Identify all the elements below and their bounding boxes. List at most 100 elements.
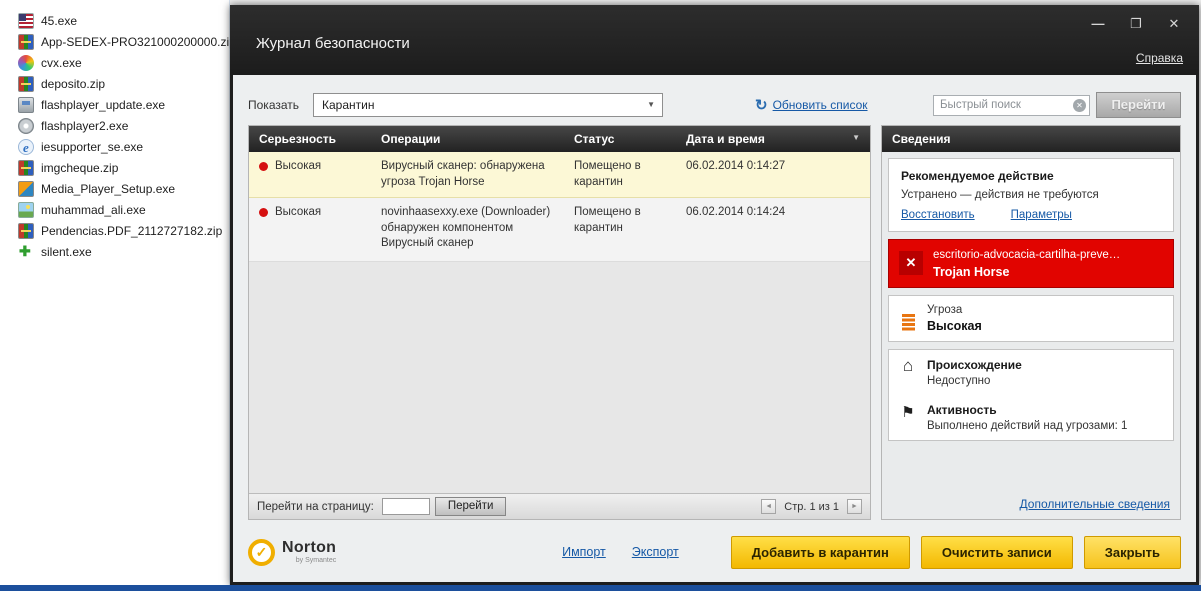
show-label: Показать	[248, 98, 299, 112]
file-name: muhammad_ali.exe	[41, 203, 146, 217]
file-item[interactable]: cvx.exe	[0, 52, 229, 73]
threat-x-icon	[899, 251, 923, 275]
file-item[interactable]: flashplayer_update.exe	[0, 94, 229, 115]
zip-archive-icon	[18, 34, 34, 50]
threat-level-icon	[899, 304, 917, 333]
help-link[interactable]: Справка	[1136, 51, 1183, 65]
media-setup-icon	[18, 181, 34, 197]
column-header-datetime[interactable]: Дата и время	[676, 132, 870, 146]
goto-page-input[interactable]	[382, 498, 430, 515]
clear-entries-button[interactable]: Очистить записи	[921, 536, 1073, 569]
datetime-cell: 06.02.2014 0:14:27	[676, 152, 870, 197]
disc-icon	[18, 118, 34, 134]
page-status: Стр. 1 из 1	[784, 501, 839, 513]
operation-cell: Вирусный сканер: обнаружена угроза Troja…	[371, 152, 564, 197]
minimize-button[interactable]	[1087, 15, 1109, 33]
main-area: Серьезность Операции Статус Дата и время…	[248, 125, 1181, 520]
recommended-action-box: Рекомендуемое действие Устранено — дейст…	[888, 158, 1174, 232]
window-content: Показать Карантин Обновить список Перейт…	[233, 75, 1196, 582]
activity-flag-icon	[899, 403, 917, 432]
table-header: Серьезность Операции Статус Дата и время	[249, 126, 870, 152]
column-header-status[interactable]: Статус	[564, 132, 676, 146]
threat-alert-box: escritorio-advocacia-cartilha-preve… Tro…	[888, 239, 1174, 288]
datetime-cell: 06.02.2014 0:14:24	[676, 198, 870, 261]
file-name: Pendencias.PDF_2112727182.zip	[41, 224, 222, 238]
footer-bar: Norton by Symantec Импорт Экспорт Добави…	[248, 530, 1181, 574]
file-item[interactable]: App-SEDEX-PRO321000200000.zip	[0, 31, 229, 52]
severity-cell: Высокая	[249, 152, 371, 197]
search-go-button[interactable]: Перейти	[1096, 92, 1181, 118]
close-icon[interactable]	[1163, 15, 1185, 33]
image-icon	[18, 202, 34, 218]
titlebar: Журнал безопасности Справка	[230, 5, 1199, 75]
toolbar: Показать Карантин Обновить список Перейт…	[248, 91, 1181, 119]
file-item[interactable]: Media_Player_Setup.exe	[0, 178, 229, 199]
file-item[interactable]: Pendencias.PDF_2112727182.zip	[0, 220, 229, 241]
file-list-panel: 45.exe App-SEDEX-PRO321000200000.zip cvx…	[0, 0, 230, 585]
severity-dot-icon	[259, 208, 268, 217]
restore-link[interactable]: Восстановить	[901, 209, 975, 221]
origin-label: Происхождение	[927, 358, 1022, 372]
parameters-link[interactable]: Параметры	[1011, 209, 1072, 221]
norton-check-icon	[248, 539, 275, 566]
column-header-datetime-label: Дата и время	[686, 132, 765, 146]
recommended-action-text: Устранено — действия не требуются	[901, 189, 1161, 201]
app-icon	[18, 55, 34, 71]
file-item[interactable]: flashplayer2.exe	[0, 115, 229, 136]
maximize-button[interactable]	[1125, 15, 1147, 33]
severity-dot-icon	[259, 162, 268, 171]
filter-dropdown[interactable]: Карантин	[313, 93, 663, 117]
norton-logo: Norton by Symantec	[248, 539, 336, 566]
search-input[interactable]	[933, 95, 1090, 116]
desktop: 45.exe App-SEDEX-PRO321000200000.zip cvx…	[0, 0, 1201, 591]
filter-value: Карантин	[322, 98, 374, 112]
file-item[interactable]: imgcheque.zip	[0, 157, 229, 178]
column-header-operations[interactable]: Операции	[371, 132, 564, 146]
export-link[interactable]: Экспорт	[632, 545, 679, 559]
next-page-button[interactable]	[847, 499, 862, 514]
goto-page-label: Перейти на страницу:	[257, 501, 374, 513]
window-controls	[1087, 15, 1185, 33]
status-cell: Помещено в карантин	[564, 198, 676, 261]
recommended-action-links: Восстановить Параметры	[901, 209, 1161, 221]
installer-icon	[18, 97, 34, 113]
goto-page-button[interactable]: Перейти	[435, 497, 507, 516]
import-link[interactable]: Импорт	[562, 545, 606, 559]
brand-name: Norton	[282, 540, 336, 556]
table-footer: Перейти на страницу: Перейти Стр. 1 из 1	[249, 493, 870, 519]
previous-page-button[interactable]	[761, 499, 776, 514]
table-row[interactable]: Высокая novinhaasexxy.exe (Downloader) о…	[249, 198, 870, 262]
file-item[interactable]: silent.exe	[0, 241, 229, 262]
zip-archive-icon	[18, 223, 34, 239]
severity-value: Высокая	[275, 205, 321, 221]
severity-cell: Высокая	[249, 198, 371, 261]
status-cell: Помещено в карантин	[564, 152, 676, 197]
file-name: App-SEDEX-PRO321000200000.zip	[41, 35, 236, 49]
plus-icon	[18, 244, 34, 260]
file-name: deposito.zip	[41, 77, 105, 91]
refresh-list-link[interactable]: Обновить список	[755, 96, 868, 115]
activity-value: Выполнено действий над угрозами: 1	[927, 420, 1127, 432]
file-name: imgcheque.zip	[41, 161, 118, 175]
origin-value: Недоступно	[927, 375, 1022, 387]
threat-level-box: Угроза Высокая	[888, 295, 1174, 342]
file-name: silent.exe	[41, 245, 92, 259]
file-item[interactable]: 45.exe	[0, 10, 229, 31]
more-details-link[interactable]: Дополнительные сведения	[1020, 497, 1170, 511]
table-row[interactable]: Высокая Вирусный сканер: обнаружена угро…	[249, 152, 870, 198]
file-name: 45.exe	[41, 14, 77, 28]
events-table: Серьезность Операции Статус Дата и время…	[248, 125, 871, 520]
clear-search-icon[interactable]	[1073, 99, 1086, 112]
file-name: iesupporter_se.exe	[41, 140, 143, 154]
file-item[interactable]: deposito.zip	[0, 73, 229, 94]
column-header-severity[interactable]: Серьезность	[249, 132, 371, 146]
file-item[interactable]: iesupporter_se.exe	[0, 136, 229, 157]
page-title: Журнал безопасности	[256, 35, 410, 52]
add-to-quarantine-button[interactable]: Добавить в карантин	[731, 536, 910, 569]
close-button[interactable]: Закрыть	[1084, 536, 1181, 569]
file-item[interactable]: muhammad_ali.exe	[0, 199, 229, 220]
origin-entry: Происхождение Недоступно	[889, 350, 1173, 395]
threat-level-value: Высокая	[927, 319, 982, 333]
file-name: flashplayer_update.exe	[41, 98, 165, 112]
brand-subtitle: by Symantec	[296, 557, 336, 564]
